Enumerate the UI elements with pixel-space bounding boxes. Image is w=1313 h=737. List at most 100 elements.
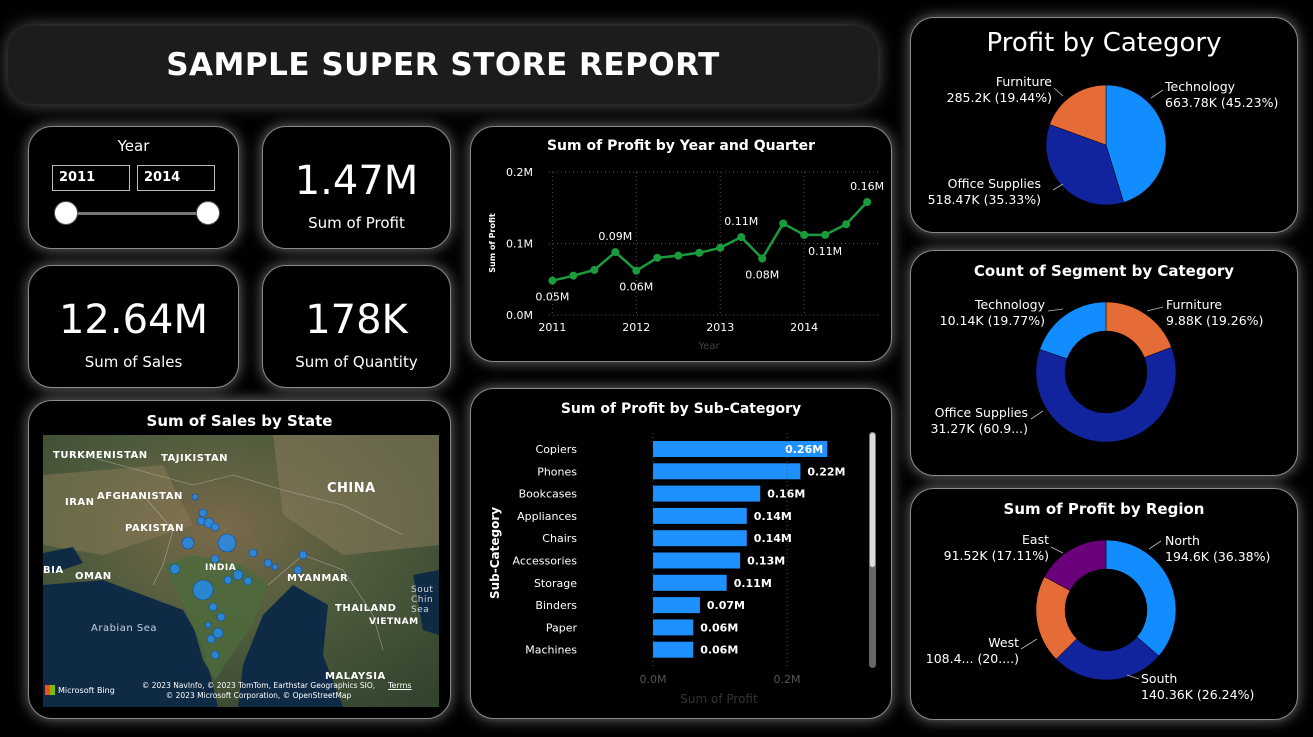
bar-value-label: 0.14M <box>754 532 792 545</box>
x-tick-label: 0.0M <box>640 673 667 686</box>
slice-value-label: 10.14K (19.77%) <box>940 313 1045 328</box>
profit-point <box>779 219 788 228</box>
slice-name-label: Technology <box>974 297 1046 312</box>
bar-value-label: 0.06M <box>700 644 738 657</box>
leader-line <box>1148 540 1162 550</box>
profit-by-region-card: Sum of Profit by Region North 194.6K (36.… <box>910 488 1298 720</box>
segment-by-category-donut[interactable]: Furniture9.88K (19.26%) Office Supplies31… <box>911 251 1297 475</box>
sales-by-state-title: Sum of Sales by State <box>146 412 333 430</box>
slice-furniture <box>1105 301 1172 358</box>
data-label: 0.09M <box>598 230 632 243</box>
kpi-profit-label: Sum of Profit <box>308 214 405 232</box>
category-label: Copiers <box>536 443 578 456</box>
leader-line <box>1052 183 1064 191</box>
bar-value-label: 0.26M <box>785 443 823 456</box>
profit-point <box>548 276 557 285</box>
map-label-thailand: THAILAND <box>335 603 397 614</box>
profit-point <box>758 254 767 263</box>
x-tick-label: 2014 <box>790 321 818 334</box>
category-label: Accessories <box>513 555 578 568</box>
sales-map[interactable]: TURKMENISTAN TAJIKISTAN IRAN AFGHANISTAN… <box>43 435 439 707</box>
map-attribution: © 2023 NavInfo, © 2023 TomTom, Earthstar… <box>141 681 376 700</box>
profit-point <box>737 233 746 242</box>
profit-by-region-donut[interactable]: North194.6K (36.38%) South140.36K (26.24%… <box>911 489 1297 719</box>
slice-value-label: 194.6K (36.38%) <box>1165 549 1270 564</box>
bar-value-label: 0.11M <box>734 577 772 590</box>
slice-name-label: Office Supplies <box>935 405 1028 420</box>
year-slider-start-handle[interactable] <box>54 201 78 225</box>
category-label: Machines <box>525 644 577 657</box>
sales-by-state-card: Sum of Sales by State TURKMENISTAN TAJIK… <box>28 400 451 719</box>
bar-value-label: 0.22M <box>807 465 845 478</box>
map-label-vietnam: VIETNAM <box>369 617 419 627</box>
leader-line <box>1146 306 1164 312</box>
map-label-india: INDIA <box>205 563 237 573</box>
year-start-input[interactable]: 2011 <box>52 165 130 191</box>
y-tick-label: 0.1M <box>506 238 533 251</box>
slice-value-label: 91.52K (17.11%) <box>944 548 1049 563</box>
slice-name-label: South <box>1141 671 1177 686</box>
profit-point <box>674 251 683 260</box>
report-title: SAMPLE SUPER STORE REPORT <box>166 47 720 83</box>
leader-line <box>1030 410 1044 420</box>
category-label: Binders <box>535 599 577 612</box>
profit-bar <box>653 530 747 547</box>
category-label: Paper <box>546 621 578 634</box>
map-label-iran: IRAN <box>65 497 95 508</box>
year-slider-end-handle[interactable] <box>196 201 220 225</box>
data-label: 0.08M <box>745 269 779 282</box>
profit-point <box>653 253 662 262</box>
profit-bar <box>653 552 741 569</box>
slice-name-label: Furniture <box>996 74 1052 89</box>
segment-by-category-card: Count of Segment by Category Furniture 9.… <box>910 250 1298 476</box>
map-label-afghanistan: AFGHANISTAN <box>97 491 183 502</box>
map-label-pakistan: PAKISTAN <box>125 523 184 534</box>
profit-by-category-pie[interactable]: Technology663.78K (45.23%) Office Supplie… <box>911 18 1297 232</box>
y-tick-label: 0.0M <box>506 309 533 322</box>
category-label: Chairs <box>542 532 577 545</box>
bing-label: Microsoft Bing <box>58 685 115 695</box>
bar-value-label: 0.16M <box>767 488 805 501</box>
x-axis-label: Sum of Profit <box>680 692 758 706</box>
map-label-tajikistan: TAJIKISTAN <box>161 453 229 464</box>
profit-bar <box>653 597 700 614</box>
profit-bar-chart[interactable]: Copiers 0.26M Phones 0.22M Bookcases 0.16M App… <box>471 389 891 718</box>
profit-point <box>821 230 830 239</box>
profit-point <box>611 248 620 257</box>
profit-bar <box>653 507 747 524</box>
x-tick-label: 2011 <box>538 321 566 334</box>
profit-bar <box>653 574 727 591</box>
y-axis-label: Sub-Category <box>488 507 502 599</box>
slice-value-label: 518.47K (35.33%) <box>928 192 1041 207</box>
slice-value-label: 31.27K (60.9...) <box>931 421 1028 436</box>
kpi-sales-value: 12.64M <box>58 297 209 343</box>
map-terms-link[interactable]: Terms <box>388 681 412 690</box>
data-label: 0.11M <box>724 215 758 228</box>
year-slicer: Year 2011 2014 <box>28 126 239 249</box>
slice-name-label: Office Supplies <box>948 176 1041 191</box>
slice-name-label: Furniture <box>1166 297 1222 312</box>
year-slicer-title: Year <box>117 137 150 155</box>
slice-name-label: West <box>988 635 1019 650</box>
bar-value-label: 0.14M <box>754 510 792 523</box>
year-slider-track[interactable] <box>65 212 207 215</box>
year-end-input[interactable]: 2014 <box>137 165 215 191</box>
profit-bar <box>653 485 761 502</box>
kpi-profit-card: 1.47M Sum of Profit <box>262 126 451 249</box>
profit-point <box>716 243 725 252</box>
leader-line <box>1020 638 1038 650</box>
slice-value-label: 108.4... (20....) <box>926 651 1019 666</box>
bar-chart-scroll-thumb[interactable] <box>869 432 876 568</box>
bar-value-label: 0.07M <box>707 599 745 612</box>
kpi-quantity-value: 178K <box>305 297 408 343</box>
slice-name-label: North <box>1165 533 1200 548</box>
profit-line-chart[interactable]: 0.0M0.1M0.2M2011 2012 2013 2014YearSum of P… <box>471 127 891 361</box>
map-label-bia: BIA <box>43 565 64 576</box>
category-label: Bookcases <box>519 488 578 501</box>
category-label: Appliances <box>517 510 577 523</box>
slice-name-label: Technology <box>1164 79 1236 94</box>
slice-value-label: 9.88K (19.26%) <box>1166 313 1263 328</box>
data-label: 0.05M <box>535 291 569 304</box>
slice-value-label: 140.36K (26.24%) <box>1141 687 1254 702</box>
kpi-quantity-card: 178K Sum of Quantity <box>262 265 451 388</box>
